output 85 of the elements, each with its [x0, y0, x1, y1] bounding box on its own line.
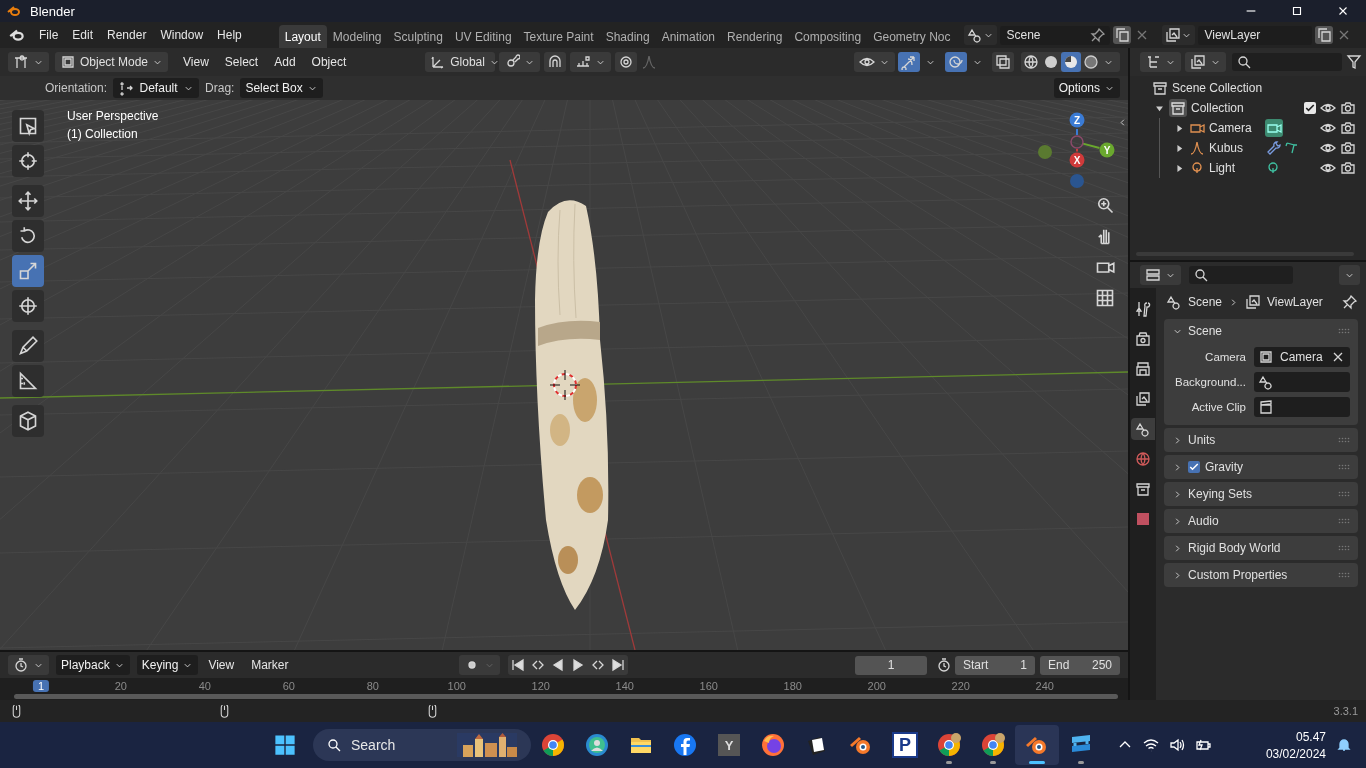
panel-title: Scene	[1188, 324, 1224, 338]
menu-item[interactable]: File	[32, 25, 66, 45]
panel-header[interactable]: Gravity	[1164, 455, 1358, 479]
menu-item[interactable]: Render	[100, 25, 154, 45]
menu-item[interactable]: View	[201, 655, 242, 675]
collection-name: (1) Collection	[67, 127, 139, 141]
workspace-tab[interactable]: Texture Paint	[517, 25, 600, 48]
field-label: Background...	[1174, 376, 1246, 388]
workspace-tab[interactable]: Layout	[278, 25, 327, 48]
workspace-tab[interactable]: Compositing	[788, 25, 868, 48]
options-dropdown[interactable]: Options	[1053, 78, 1120, 98]
panel-title: Custom Properties	[1188, 568, 1289, 582]
workspace-tab[interactable]: UV Editing	[448, 25, 518, 48]
panel-header[interactable]: Keying Sets	[1164, 482, 1358, 506]
view-name: User Perspective	[67, 109, 159, 123]
version-label: 3.3.1	[1333, 705, 1358, 717]
tree-item[interactable]: Kubus	[1209, 141, 1261, 155]
frame-tick-label: 100	[447, 680, 466, 692]
tree-item[interactable]: Collection	[1191, 101, 1300, 115]
scene-field[interactable]: Scene	[1000, 25, 1111, 45]
panel-header[interactable]: Audio	[1164, 509, 1358, 533]
panel-header[interactable]: Units	[1164, 428, 1358, 452]
tree-item[interactable]: Scene Collection	[1172, 81, 1263, 95]
axis-handle[interactable]: X	[1069, 152, 1085, 168]
object-field[interactable]: Camera	[1254, 347, 1350, 367]
menu-item[interactable]: Select	[217, 52, 266, 72]
menu-item[interactable]: Window	[153, 25, 211, 45]
panel-title: Gravity	[1205, 460, 1244, 474]
menu-dropdown[interactable]: Playback	[56, 655, 130, 675]
menu-item[interactable]: Marker	[244, 655, 296, 675]
frame-tick-label: 60	[282, 680, 295, 692]
workspace-tab[interactable]: Geometry Noc	[867, 25, 957, 48]
transform-orientation-dropdown[interactable]: Global	[425, 52, 496, 72]
window-title: Blender	[30, 3, 75, 19]
breadcrumb-item: Scene	[1188, 295, 1223, 309]
breadcrumb-item: ViewLayer	[1267, 295, 1323, 309]
frame-tick-label: 120	[531, 680, 550, 692]
frame-tick-label: 180	[783, 680, 802, 692]
panel-header[interactable]: Scene	[1164, 319, 1358, 343]
start-frame-field[interactable]: Start 1	[955, 655, 1035, 675]
menu-item[interactable]: Object	[304, 52, 354, 72]
orientation-dropdown[interactable]: Default	[113, 78, 200, 98]
current-frame-field[interactable]: 1	[855, 655, 927, 675]
orientation-label: Orientation:	[45, 81, 108, 95]
app-icon: Y	[718, 734, 740, 756]
panel-title: Units	[1188, 433, 1217, 447]
workspace-tab[interactable]: Rendering	[721, 25, 789, 48]
menu-item[interactable]: Help	[210, 25, 249, 45]
frame-tick-label: 80	[366, 680, 379, 692]
workspace-tab[interactable]: Modeling	[326, 25, 388, 48]
drag-label: Drag:	[205, 81, 235, 95]
panel-title: Rigid Body World	[1188, 541, 1282, 555]
app-icon: P	[892, 732, 918, 758]
workspace-tab[interactable]: Animation	[655, 25, 722, 48]
menu-item[interactable]: Add	[267, 52, 303, 72]
menu-item[interactable]: View	[176, 52, 216, 72]
panel-header[interactable]: Custom Properties	[1164, 563, 1358, 587]
frame-tick-label: 140	[615, 680, 634, 692]
end-frame-field[interactable]: End 250	[1040, 655, 1120, 675]
menu-dropdown[interactable]: Keying	[136, 655, 199, 675]
panel-title: Keying Sets	[1188, 487, 1254, 501]
workspace-tab[interactable]: Sculpting	[387, 25, 449, 48]
workspace-tab[interactable]: Shading	[599, 25, 656, 48]
clock-time[interactable]: 05.47	[1295, 729, 1326, 744]
frame-tick-label: 160	[699, 680, 718, 692]
frame-tick-label: 40	[198, 680, 211, 692]
clock-date[interactable]: 03/02/2024	[1265, 746, 1326, 761]
playhead[interactable]: 1	[32, 680, 50, 692]
taskbar-app[interactable]: P	[883, 725, 927, 765]
axis-handle[interactable]: Z	[1069, 112, 1085, 128]
field-label: Active Clip	[1190, 401, 1246, 413]
panel-title: Audio	[1188, 514, 1220, 528]
view-layer-field[interactable]: ViewLayer	[1198, 25, 1313, 45]
menu-item[interactable]: Edit	[65, 25, 101, 45]
panel-header[interactable]: Rigid Body World	[1164, 536, 1358, 560]
tree-item[interactable]: Camera	[1209, 121, 1261, 135]
frame-tick-label: 220	[951, 680, 970, 692]
mode-dropdown[interactable]: Object Mode	[55, 52, 169, 72]
frame-tick-label: 200	[867, 680, 886, 692]
field-label: Camera	[1204, 351, 1246, 363]
tree-item[interactable]: Light	[1209, 161, 1261, 175]
taskbar-app[interactable]: Y	[707, 725, 751, 765]
drag-dropdown[interactable]: Select Box	[240, 78, 323, 98]
frame-tick-label: 20	[114, 680, 127, 692]
frame-tick-label: 240	[1035, 680, 1054, 692]
